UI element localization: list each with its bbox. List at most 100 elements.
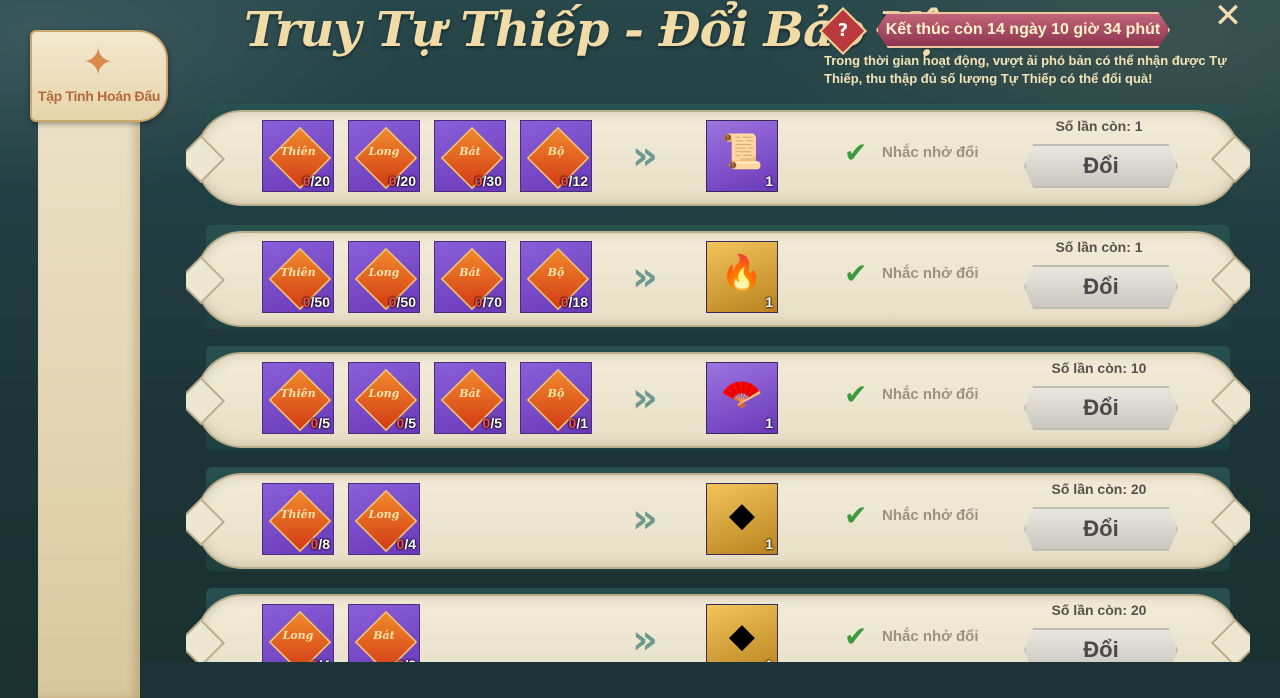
token-count: 0/5 [483,415,502,431]
exchange-row: Long0/4Bát0/8 » ◆1 ✔ Nhắc nhở đổi Số lần còn:… [186,588,1250,662]
reward-item[interactable]: 📜 1 [706,120,778,192]
remind-label: Nhắc nhở đổi [882,507,979,524]
token-item-long[interactable]: Long0/4 [262,604,334,662]
token-label: Thiên [280,145,316,158]
exchange-label: Đổi [1083,395,1119,420]
token-have: 0 [560,294,569,310]
exchange-button[interactable]: Đổi [1024,386,1178,430]
token-label: Thiên [280,508,316,521]
token-count: 0/12 [561,173,588,189]
check-icon: ✔ [844,620,868,653]
token-count: 0/1 [569,415,588,431]
token-item-bộ[interactable]: Bộ 0/18 [520,241,592,313]
token-item-bát[interactable]: Bát 0/30 [434,120,506,192]
exchange-button[interactable]: Đổi [1024,628,1178,662]
double-arrow-icon: » [632,617,658,662]
token-item-long[interactable]: Long 0/50 [348,241,420,313]
token-count: 0/5 [397,415,416,431]
exchange-list[interactable]: Thiên 0/20 Long 0/20 Bát 0/30 Bộ 0/12» 📜 1 ✔ Nhắc n… [186,104,1250,662]
token-need: /70 [482,294,502,310]
token-item-thiên[interactable]: Thiên 0/20 [262,120,334,192]
token-count: 0/50 [389,294,416,310]
token-need: /50 [310,294,330,310]
fan-chest-icon: 🪭 [720,374,764,414]
reward-item[interactable]: 🪭 1 [706,362,778,434]
token-item-thiên[interactable]: Thiên 0/8 [262,483,334,555]
exchange-row: Thiên 0/20 Long 0/20 Bát 0/30 Bộ 0/12 » 📜 1 ✔ Nhắc n… [186,104,1250,214]
dark-crystal-icon: ◆ [728,616,756,656]
reward-item[interactable]: ◆1 [706,483,778,555]
token-need: /5 [490,415,502,431]
token-label: Thiên [280,266,316,279]
token-count: 0/20 [389,173,416,189]
token-label: Bộ [547,266,565,279]
remind-label: Nhắc nhở đổi [882,265,979,282]
token-count: 0/5 [311,415,330,431]
dark-crystal-icon: ◆ [728,495,756,535]
exchange-label: Đổi [1083,274,1119,299]
token-item-bát[interactable]: Bát0/8 [348,604,420,662]
sidebar-tab-label: Tập Tinh Hoán Đấu [37,88,161,104]
token-item-bát[interactable]: Bát 0/5 [434,362,506,434]
close-icon[interactable]: ✕ [1206,0,1250,34]
token-need: /20 [310,173,330,189]
token-need: /1 [576,415,588,431]
token-item-thiên[interactable]: Thiên 0/5 [262,362,334,434]
token-count: 0/20 [303,173,330,189]
token-count: 0/50 [303,294,330,310]
token-label: Long [282,629,314,642]
token-have: 0 [474,294,483,310]
check-icon: ✔ [844,378,868,411]
puzzle-icon: ✦ [82,40,114,84]
reward-count: 1 [765,173,773,189]
exchange-button[interactable]: Đổi [1024,265,1178,309]
token-have: 0 [474,173,483,189]
exchange-row: Thiên 0/8 Long 0/4» ◆ 1 ✔ Nhắc nhở đổi Số lần cò… [186,467,1250,577]
token-label: Bát [459,145,481,158]
exchange-row: Thiên 0/5 Long 0/5 Bát 0/5 Bộ 0/1 » 🪭 1 ✔ Nhắc nhở đ… [186,346,1250,456]
token-label: Long [368,508,400,521]
token-item-bộ[interactable]: Bộ 0/12 [520,120,592,192]
check-icon: ✔ [844,499,868,532]
token-item-thiên[interactable]: Thiên 0/50 [262,241,334,313]
token-count: 0/30 [475,173,502,189]
exchange-label: Đổi [1083,153,1119,178]
exchange-label: Đổi [1083,637,1119,662]
token-item-long[interactable]: Long 0/4 [348,483,420,555]
remind-label: Nhắc nhở đổi [882,628,979,645]
reward-count: 1 [765,536,773,552]
remaining-count: Số lần còn: 1 [1055,118,1143,134]
token-item-long[interactable]: Long 0/20 [348,120,420,192]
token-label: Bát [459,387,481,400]
token-item-long[interactable]: Long 0/5 [348,362,420,434]
flame-emblem-icon: 🔥 [720,253,764,293]
sidebar-panel [38,50,140,698]
event-description: Trong thời gian hoạt động, vượt ải phó b… [824,53,1227,86]
timer-text: Kết thúc còn 14 ngày 10 giờ 34 phút [885,21,1161,38]
token-need: /4 [404,536,416,552]
token-need: /30 [482,173,502,189]
token-need: /5 [404,415,416,431]
token-count: 0/4 [397,536,416,552]
token-label: Bộ [547,387,565,400]
reward-item[interactable]: ◆1 [706,604,778,662]
event-timer: Kết thúc còn 14 ngày 10 giờ 34 phút [876,12,1170,48]
token-label: Bát [459,266,481,279]
token-item-bát[interactable]: Bát 0/70 [434,241,506,313]
double-arrow-icon: » [632,133,658,179]
token-need: /50 [396,294,416,310]
check-icon: ✔ [844,136,868,169]
reward-item[interactable]: 🔥 1 [706,241,778,313]
scroll-bundle-icon: 📜 [720,132,764,172]
sidebar-tab-tap-tinh-hoan-dau[interactable]: ✦ Tập Tinh Hoán Đấu [30,30,168,122]
exchange-button[interactable]: Đổi [1024,507,1178,551]
token-have: 0 [560,173,569,189]
token-label: Long [368,266,400,279]
exchange-row: Thiên 0/50 Long 0/50 Bát 0/70 Bộ 0/18 » 🔥 1 ✔ Nhắc n… [186,225,1250,335]
exchange-button[interactable]: Đổi [1024,144,1178,188]
token-label: Long [368,387,400,400]
token-label: Bát [373,629,395,642]
exchange-label: Đổi [1083,516,1119,541]
token-item-bộ[interactable]: Bộ 0/1 [520,362,592,434]
token-count: 0/8 [311,536,330,552]
